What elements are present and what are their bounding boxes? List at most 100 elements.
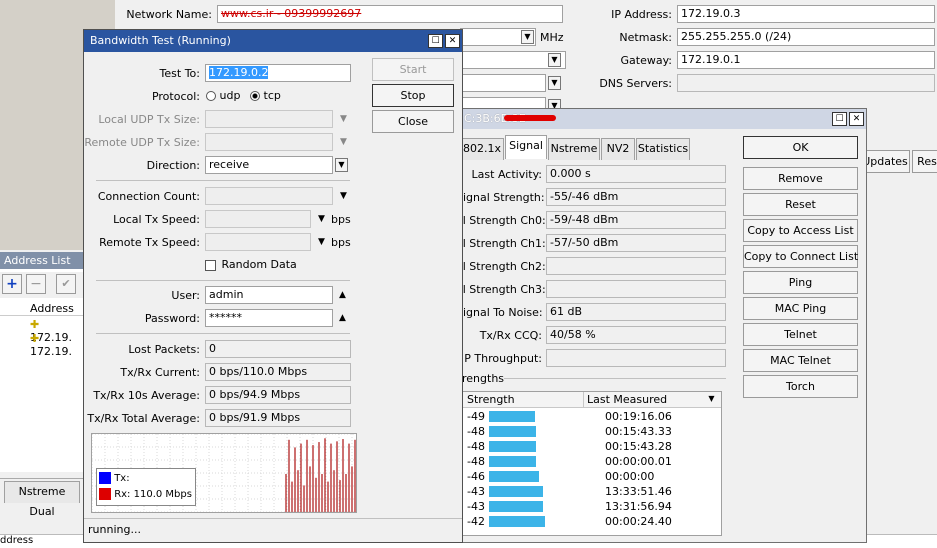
tab-statistics[interactable]: Statistics — [636, 138, 690, 160]
ping-button[interactable]: Ping — [743, 271, 858, 294]
tab-nstreme[interactable]: Nstreme — [548, 138, 600, 160]
direction-dropdown-icon[interactable]: ▼ — [335, 158, 348, 172]
column-menu-icon[interactable]: ▼ — [705, 393, 718, 407]
password-collapse-icon[interactable]: ▲ — [339, 313, 346, 323]
address-column-header[interactable]: Address — [30, 302, 74, 315]
strength-row[interactable]: -49 00:19:16.06 — [463, 409, 721, 424]
graph-legend: Tx: Rx: 110.0 Mbps — [96, 468, 196, 506]
copy-to-access-list-button[interactable]: Copy to Access List — [743, 219, 858, 242]
user-collapse-icon[interactable]: ▲ — [339, 290, 346, 300]
bottom-col[interactable]: ddress — [0, 535, 33, 546]
local-tx-speed-field[interactable] — [205, 210, 311, 228]
remote-udp-dropdown-icon[interactable]: ▼ — [340, 137, 347, 147]
local-udp-tx-size-field[interactable] — [205, 110, 333, 128]
stop-button[interactable]: Stop — [372, 84, 454, 107]
remove-icon[interactable]: − — [26, 274, 46, 294]
strength-row[interactable]: -43 13:33:51.46 — [463, 484, 721, 499]
bg-dropdown-icon-3[interactable]: ▼ — [548, 53, 561, 67]
strengths-table-header: Strength Last Measured ▼ — [463, 392, 721, 408]
remote-tx-speed-field[interactable] — [205, 233, 311, 251]
tx-rx-current-field[interactable]: 0 bps/110.0 Mbps — [205, 363, 351, 381]
signal-field-value[interactable]: 61 dB — [546, 303, 726, 321]
netmask-field[interactable]: 255.255.255.0 (/24) — [677, 28, 935, 46]
remove-button[interactable]: Remove — [743, 167, 858, 190]
signal-field-value[interactable] — [546, 349, 726, 367]
connection-count-field[interactable] — [205, 187, 333, 205]
protocol-tcp-radio[interactable]: tcp — [250, 89, 281, 102]
random-data-label: Random Data — [221, 258, 297, 271]
copy-to-connect-list-button[interactable]: Copy to Connect List — [743, 245, 858, 268]
torch-button[interactable]: Torch — [743, 375, 858, 398]
strength-row[interactable]: -42 00:00:24.40 — [463, 514, 721, 529]
ok-button[interactable]: OK — [743, 136, 858, 159]
lost-packets-field[interactable]: 0 — [205, 340, 351, 358]
strength-value: -43 — [467, 485, 485, 498]
strength-column-header[interactable]: Strength — [467, 393, 515, 406]
random-data-checkbox[interactable]: Random Data — [205, 258, 297, 271]
tab-nstreme-dual[interactable]: Nstreme Dual — [4, 481, 80, 518]
test-to-field[interactable]: 172.19.0.2 — [205, 64, 351, 82]
strength-value: -49 — [467, 410, 485, 423]
network-name-field[interactable]: www.cs.ir - 09399992697 — [217, 5, 563, 23]
close-button[interactable]: Close — [372, 110, 454, 133]
strength-row[interactable]: -48 00:00:00.01 — [463, 454, 721, 469]
local-udp-dropdown-icon[interactable]: ▼ — [340, 114, 347, 124]
bg-field-4[interactable] — [460, 74, 546, 92]
signal-field-value[interactable]: -59/-48 dBm — [546, 211, 726, 229]
checkbox-icon — [205, 259, 216, 271]
network-name-prefix: www. — [221, 7, 251, 20]
telnet-button[interactable]: Telnet — [743, 323, 858, 346]
maximize-icon[interactable]: ☐ — [428, 34, 443, 48]
remote-tx-speed-label: Remote Tx Speed: — [99, 236, 200, 249]
address-row[interactable]: ✚ 172.19. — [30, 332, 83, 358]
check-icon[interactable]: ✔ — [56, 274, 76, 294]
strength-row[interactable]: -46 00:00:00 — [463, 469, 721, 484]
last-measured-column-header[interactable]: Last Measured — [587, 393, 667, 406]
start-button[interactable]: Start — [372, 58, 454, 81]
ip-address-field[interactable]: 172.19.0.3 — [677, 5, 935, 23]
signal-field-value[interactable]: 40/58 % — [546, 326, 726, 344]
mac-telnet-button[interactable]: MAC Telnet — [743, 349, 858, 372]
bg-dropdown-icon-4[interactable]: ▼ — [548, 76, 561, 90]
tab-8021x[interactable]: 802.1x — [460, 138, 504, 160]
legend-tx: Tx: — [99, 472, 130, 484]
user-field[interactable]: admin — [205, 286, 333, 304]
signal-field-label: al Strength Ch3: — [456, 283, 546, 296]
signal-field-value[interactable]: -55/-46 dBm — [546, 188, 726, 206]
network-name-scribble: cs.ir — [250, 7, 274, 20]
connection-count-dropdown-icon[interactable]: ▼ — [340, 191, 347, 201]
updates-button[interactable]: Updates — [860, 150, 910, 173]
local-tx-speed-dropdown-icon[interactable]: ▼ — [318, 214, 325, 224]
close-icon[interactable]: ✕ — [445, 34, 460, 48]
strength-row[interactable]: -43 13:31:56.94 — [463, 499, 721, 514]
strength-row[interactable]: -48 00:15:43.33 — [463, 424, 721, 439]
tx-rx-10s-average-field[interactable]: 0 bps/94.9 Mbps — [205, 386, 351, 404]
remote-tx-speed-dropdown-icon[interactable]: ▼ — [318, 237, 325, 247]
remote-udp-tx-size-field[interactable] — [205, 133, 333, 151]
strength-bar — [489, 426, 536, 437]
password-field[interactable]: ****** — [205, 309, 333, 327]
protocol-udp-radio[interactable]: udp — [206, 89, 240, 102]
tab-nv2[interactable]: NV2 — [601, 138, 635, 160]
gateway-field[interactable]: 172.19.0.1 — [677, 51, 935, 69]
signal-field-value[interactable]: -57/-50 dBm — [546, 234, 726, 252]
res-button[interactable]: Res — [912, 150, 937, 173]
add-icon[interactable]: + — [2, 274, 22, 294]
legend-tx-label: Tx: — [114, 473, 130, 484]
close-icon[interactable]: ✕ — [849, 112, 864, 126]
frequency-dropdown-icon[interactable]: ▼ — [521, 30, 534, 44]
radio-udp-icon — [206, 91, 216, 101]
tx-rx-total-average-field[interactable]: 0 bps/91.9 Mbps — [205, 409, 351, 427]
tab-signal[interactable]: Signal — [505, 135, 547, 159]
signal-field-value[interactable]: 0.000 s — [546, 165, 726, 183]
signal-field-label: Last Activity: — [471, 168, 542, 181]
direction-select[interactable]: receive — [205, 156, 333, 174]
dns-servers-field[interactable] — [677, 74, 935, 92]
mac-ping-button[interactable]: MAC Ping — [743, 297, 858, 320]
reset-button[interactable]: Reset — [743, 193, 858, 216]
strength-row[interactable]: -48 00:15:43.28 — [463, 439, 721, 454]
signal-field-value[interactable] — [546, 257, 726, 275]
maximize-icon[interactable]: ☐ — [832, 112, 847, 126]
signal-field-value[interactable] — [546, 280, 726, 298]
strength-bar — [489, 501, 543, 512]
